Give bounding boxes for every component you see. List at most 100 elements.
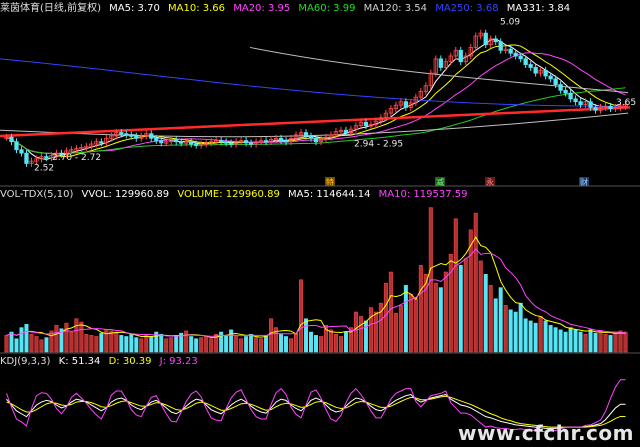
volume-bar <box>254 337 259 353</box>
volume-bar <box>553 327 558 353</box>
volume-bar <box>14 338 19 353</box>
candle-body <box>44 156 49 159</box>
volume-bar <box>518 302 523 353</box>
candle-body <box>124 133 129 136</box>
candle-body <box>194 143 199 146</box>
volume-bar <box>69 331 74 353</box>
volume-bar <box>328 329 333 353</box>
volume-bar <box>164 338 169 353</box>
candle-body <box>243 140 249 144</box>
volume-bar <box>393 312 398 353</box>
volume-bar <box>304 318 309 353</box>
volume-bar <box>548 325 553 353</box>
candle-body <box>14 141 19 151</box>
candle-body <box>563 89 568 94</box>
candle-body <box>513 52 518 57</box>
candle-body <box>548 75 553 80</box>
volume-bar <box>383 282 388 353</box>
stock-chart[interactable]: 5.092.522.70 - 2.722.94 - 2.953.65 特减永财 <box>0 0 640 447</box>
volume-bar <box>9 331 14 353</box>
volume-bar <box>583 333 588 353</box>
candle-body <box>119 132 124 135</box>
volume-bar <box>259 338 264 353</box>
candle-body <box>543 69 548 77</box>
volume-bar <box>343 331 348 353</box>
volume-bar <box>244 336 249 353</box>
candle-body <box>129 134 134 137</box>
price-annotations: 5.09 2.522.70 - 2.72 2.94 - 2.95 3.65 <box>34 18 636 174</box>
volume-bar <box>478 260 483 353</box>
ma10-label: MA10: 3.66 <box>168 3 226 14</box>
candle-body <box>578 101 583 105</box>
volume-bar <box>184 330 189 353</box>
candle-body <box>149 133 154 139</box>
ma120-line <box>0 112 629 138</box>
volume-bar <box>453 218 458 353</box>
volume-bar <box>513 311 518 353</box>
volume-bar <box>598 330 603 353</box>
candle-body <box>278 137 284 141</box>
volume-bar <box>289 338 294 353</box>
volume-bar <box>618 330 623 353</box>
volume-bar <box>578 331 583 353</box>
candle-body <box>533 67 538 74</box>
volume-bar <box>563 331 568 353</box>
volume-bar <box>463 258 468 353</box>
volume-bar <box>373 311 378 353</box>
volume-bar <box>34 336 39 353</box>
candle-body <box>573 98 578 103</box>
volume-label: VOLUME: 129960.89 <box>177 189 280 200</box>
candle-body <box>9 136 14 143</box>
candle-body <box>508 48 513 54</box>
candle-body <box>223 141 229 144</box>
volume-bar <box>109 330 114 353</box>
candle-body <box>219 140 224 143</box>
volume-bar <box>29 333 34 353</box>
candle-body <box>343 129 349 133</box>
volume-bar <box>483 273 488 353</box>
volume-bar <box>353 311 358 353</box>
candle-body <box>558 84 563 91</box>
volume-bar <box>403 285 408 353</box>
candle-body <box>568 92 573 100</box>
volume-bar <box>124 336 129 353</box>
candle-body <box>553 78 558 85</box>
volume-bar <box>318 336 323 353</box>
price-header: 莱茵体育(日线,前复权) MA5: 3.70 MA10: 3.66 MA20: … <box>0 2 575 15</box>
volume-bar <box>398 305 403 353</box>
volume-bar <box>234 336 239 353</box>
volume-bar <box>418 265 423 353</box>
volume-bar <box>24 323 29 353</box>
volume-bar <box>294 332 299 353</box>
candle-body <box>159 140 164 144</box>
volume-bar <box>363 320 368 353</box>
volume-bar <box>229 329 234 353</box>
volume-bar <box>269 318 274 353</box>
volume-indicator-name: VOL-TDX(5,10) <box>0 189 74 200</box>
volume-bar <box>129 333 134 353</box>
candle-body <box>248 142 254 145</box>
candle-body <box>134 135 139 139</box>
volume-bar <box>558 329 563 353</box>
volume-bar <box>89 335 94 353</box>
volume-bar <box>588 329 593 353</box>
kdj-j-label: J: 93.23 <box>159 356 198 367</box>
volume-bar <box>433 282 438 353</box>
candle-body <box>403 101 409 108</box>
volume-bar <box>473 212 478 353</box>
watermark: www.cfchr.com <box>458 421 634 445</box>
volume-bar <box>299 279 304 353</box>
volume-bar <box>199 337 204 353</box>
candle-body <box>313 137 319 143</box>
volume-bar <box>413 298 418 353</box>
candlesticks[interactable] <box>4 29 628 167</box>
candle-body <box>174 139 179 143</box>
candle-body <box>189 141 194 145</box>
volume-bar <box>99 332 104 353</box>
low-price-label: 2.52 <box>34 163 54 173</box>
stock-name: 莱茵体育(日线,前复权) <box>0 3 101 14</box>
volume-bar <box>79 321 84 353</box>
ma331-label: MA331: 3.84 <box>506 3 571 14</box>
last-price-label: 3.65 <box>616 98 636 108</box>
volume-bar <box>264 335 269 353</box>
